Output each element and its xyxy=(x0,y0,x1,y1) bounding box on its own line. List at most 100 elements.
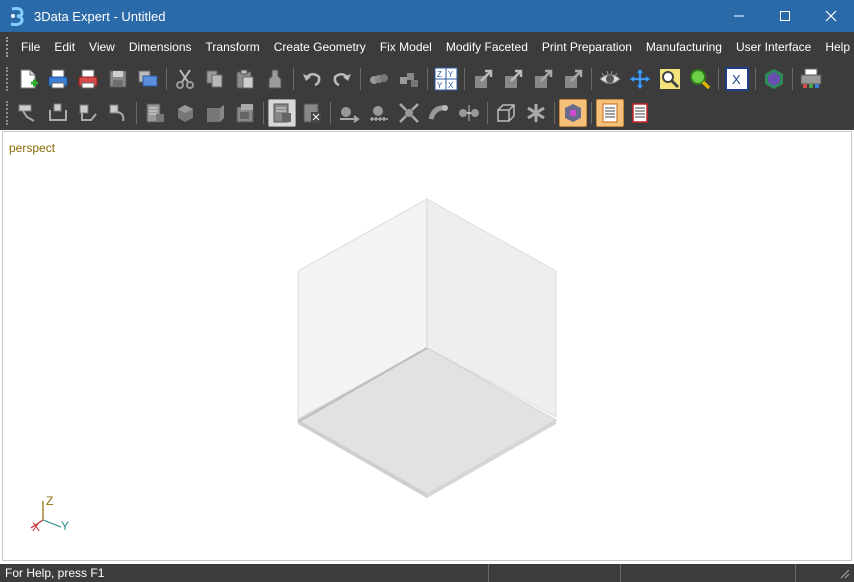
sweep-button[interactable] xyxy=(425,99,453,127)
view-button[interactable] xyxy=(596,65,624,93)
align-button[interactable] xyxy=(365,99,393,127)
rotate-button[interactable] xyxy=(499,65,527,93)
menu-user-interface[interactable]: User Interface xyxy=(729,32,818,62)
solid-button[interactable] xyxy=(171,99,199,127)
cube-wireframe xyxy=(296,198,558,498)
report-icon xyxy=(146,103,164,123)
copy-button[interactable] xyxy=(201,65,229,93)
wire-box-icon xyxy=(497,104,515,122)
transform-button[interactable] xyxy=(335,99,363,127)
sheet-red-button[interactable] xyxy=(626,99,654,127)
svg-text:Y: Y xyxy=(448,70,454,79)
sheet-orange-icon xyxy=(602,103,618,123)
title-bar[interactable]: 3Data Expert - Untitled xyxy=(0,0,854,32)
menu-bar: File Edit View Dimensions Transform Crea… xyxy=(0,32,854,62)
new-file-icon xyxy=(20,69,38,89)
box-button[interactable] xyxy=(201,99,229,127)
dim-radial-button[interactable] xyxy=(74,99,102,127)
maximize-button[interactable] xyxy=(762,0,808,32)
z-axis-label: Z xyxy=(46,494,53,508)
dim-linear-button[interactable] xyxy=(14,99,42,127)
svg-text:X: X xyxy=(732,72,741,87)
zoom-icon xyxy=(660,69,680,89)
layer-icon xyxy=(273,103,291,123)
wire-box-button[interactable] xyxy=(492,99,520,127)
toolbar-separator xyxy=(718,68,719,90)
dim-arc-button[interactable] xyxy=(104,99,132,127)
mirror-button[interactable] xyxy=(559,65,587,93)
menu-modify-faceted[interactable]: Modify Faceted xyxy=(439,32,535,62)
report-button[interactable] xyxy=(141,99,169,127)
scale-button[interactable] xyxy=(529,65,557,93)
explode-button[interactable] xyxy=(395,99,423,127)
minimize-button[interactable] xyxy=(716,0,762,32)
transform-icon xyxy=(340,107,360,123)
sheet-orange-button[interactable] xyxy=(596,99,624,127)
3d-viewport[interactable]: perspect Z X Y xyxy=(2,131,852,561)
join-button[interactable] xyxy=(455,99,483,127)
print-button[interactable] xyxy=(44,65,72,93)
zoom-button[interactable] xyxy=(656,65,684,93)
toolbar-separator xyxy=(293,68,294,90)
toolbar-separator xyxy=(330,102,331,124)
move-button[interactable] xyxy=(469,65,497,93)
color-mode-button[interactable] xyxy=(559,99,587,127)
menu-manufacturing[interactable]: Manufacturing xyxy=(639,32,729,62)
join-icon xyxy=(459,105,479,121)
y-axis-line xyxy=(42,519,62,528)
dim-radial-icon xyxy=(79,104,97,121)
menu-file[interactable]: File xyxy=(14,32,47,62)
menu-create-geometry[interactable]: Create Geometry xyxy=(267,32,373,62)
printer-3d-button[interactable] xyxy=(797,65,825,93)
sweep-icon xyxy=(428,105,448,120)
menu-print-preparation[interactable]: Print Preparation xyxy=(535,32,639,62)
menu-edit[interactable]: Edit xyxy=(47,32,82,62)
axis-swap-button[interactable]: ZYYX xyxy=(432,65,460,93)
menu-fix-model[interactable]: Fix Model xyxy=(373,32,439,62)
undo-button[interactable] xyxy=(298,65,326,93)
asterisk-button[interactable] xyxy=(522,99,550,127)
menu-help[interactable]: Help xyxy=(818,32,854,62)
toolbar-separator xyxy=(591,102,592,124)
layer-button[interactable] xyxy=(268,99,296,127)
toolbar-grip[interactable] xyxy=(6,101,10,125)
status-cell xyxy=(621,564,796,582)
maximize-icon xyxy=(780,11,790,21)
close-button[interactable] xyxy=(808,0,854,32)
svg-text:Y: Y xyxy=(437,81,443,90)
minimize-icon xyxy=(734,15,744,17)
clear-button[interactable] xyxy=(261,65,289,93)
print-preview-button[interactable] xyxy=(74,65,102,93)
print-icon xyxy=(48,69,68,89)
x-axis-button[interactable]: X xyxy=(723,65,751,93)
menu-view[interactable]: View xyxy=(82,32,122,62)
dim-angular-button[interactable] xyxy=(44,99,72,127)
main-toolbar: ZYYX X xyxy=(0,62,854,96)
section-button[interactable] xyxy=(231,99,259,127)
layer-delete-button[interactable] xyxy=(298,99,326,127)
color-mode-icon xyxy=(565,104,581,122)
pan-button[interactable] xyxy=(626,65,654,93)
save-button[interactable] xyxy=(104,65,132,93)
toolbar-grip[interactable] xyxy=(6,67,10,91)
menubar-grip[interactable] xyxy=(6,37,8,57)
x-axis-label: X xyxy=(32,520,40,534)
resize-grip-icon[interactable] xyxy=(838,567,850,579)
save-all-button[interactable] xyxy=(134,65,162,93)
shade-button[interactable] xyxy=(760,65,788,93)
ungroup-button[interactable] xyxy=(395,65,423,93)
dim-angular-icon xyxy=(49,103,67,121)
menu-transform[interactable]: Transform xyxy=(199,32,267,62)
undo-icon xyxy=(303,73,321,87)
paste-button[interactable] xyxy=(231,65,259,93)
svg-text:Z: Z xyxy=(437,70,442,79)
cut-button[interactable] xyxy=(171,65,199,93)
redo-button[interactable] xyxy=(328,65,356,93)
menu-dimensions[interactable]: Dimensions xyxy=(122,32,199,62)
new-file-button[interactable] xyxy=(14,65,42,93)
group-button[interactable] xyxy=(365,65,393,93)
zoom-fit-button[interactable] xyxy=(686,65,714,93)
window-title: 3Data Expert - Untitled xyxy=(34,8,166,24)
status-cell xyxy=(796,564,840,582)
status-cell xyxy=(489,564,621,582)
